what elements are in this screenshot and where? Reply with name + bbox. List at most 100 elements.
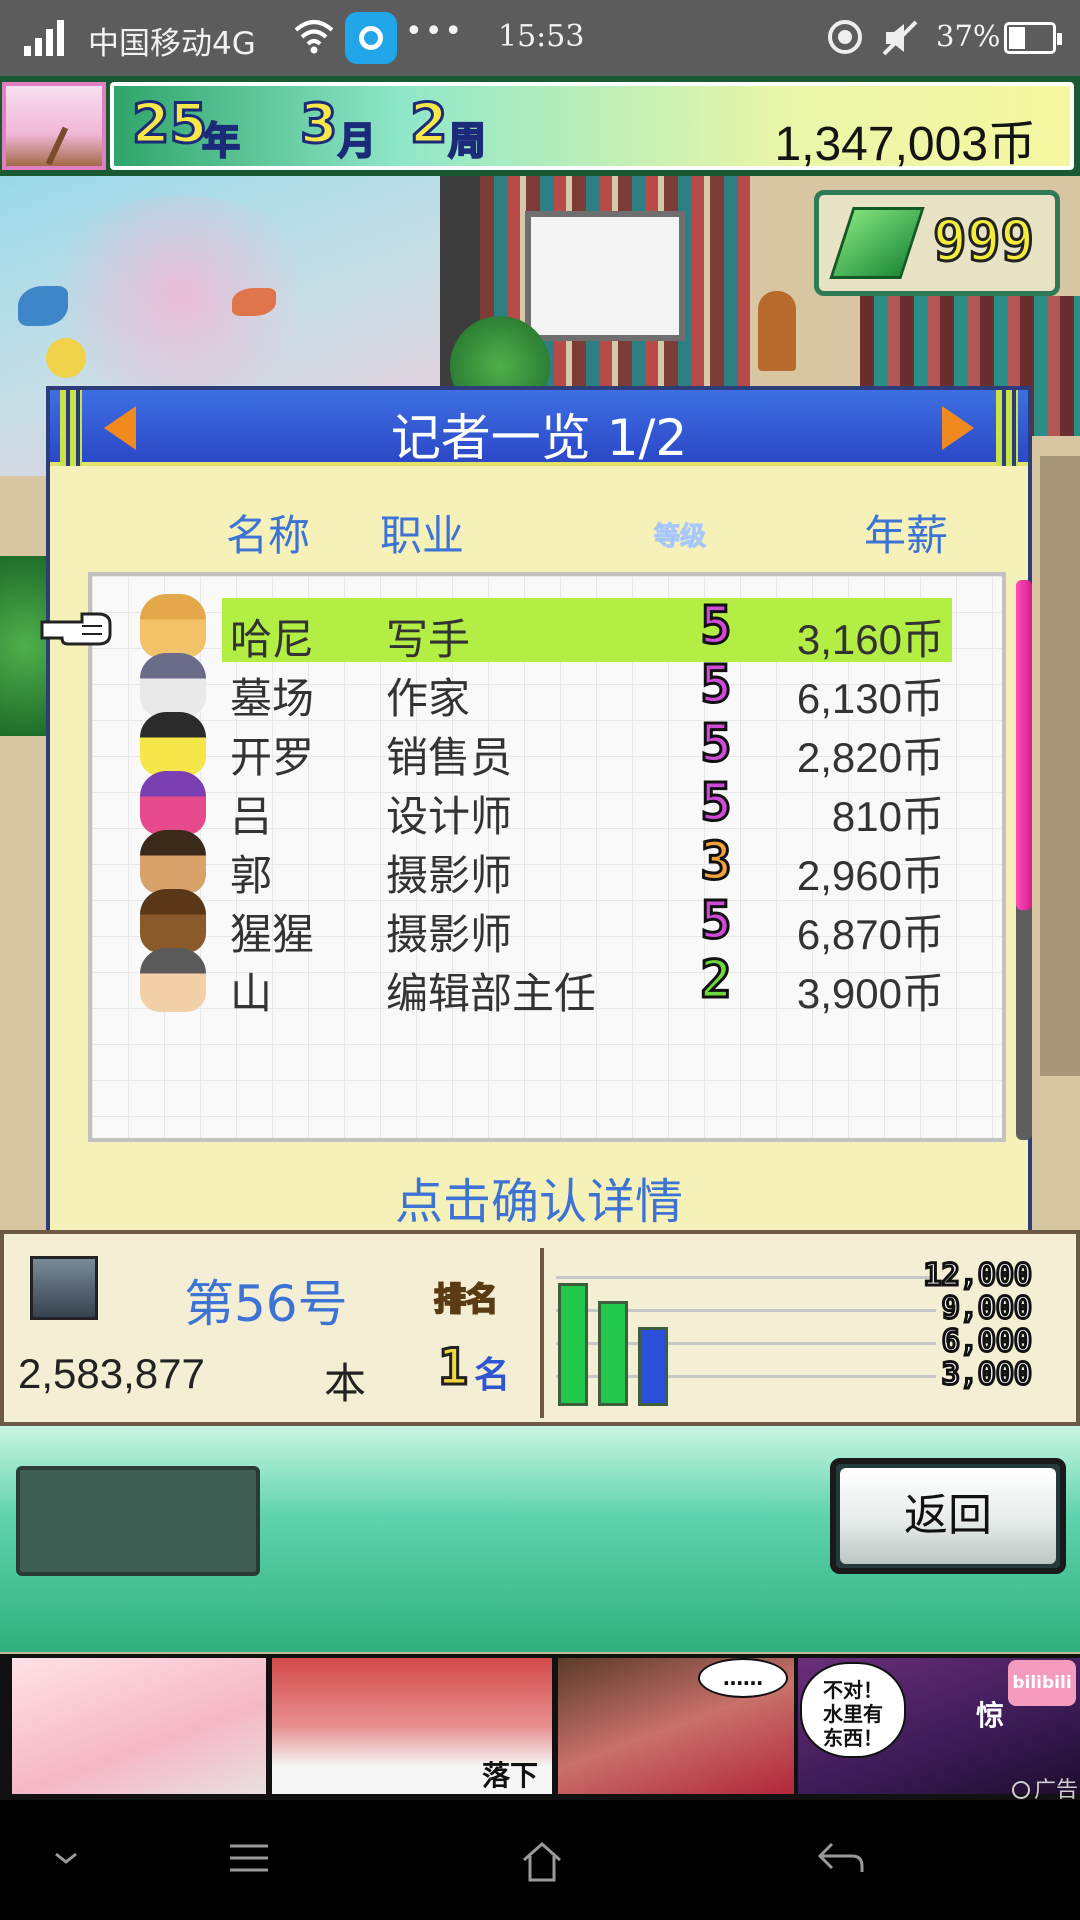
- chart-tick-label: 12,000: [922, 1257, 1033, 1295]
- ranking-suffix: 名: [474, 1355, 511, 1396]
- ad-close-icon[interactable]: [1012, 1781, 1030, 1799]
- home-icon[interactable]: [518, 1838, 566, 1886]
- dialog-title: 记者一览 1/2: [390, 409, 688, 467]
- ranking-label: 排名: [433, 1279, 499, 1319]
- reporter-row[interactable]: 猩猩 摄影师 5 6,870币: [222, 891, 952, 960]
- gem-stack-icon: [829, 207, 925, 279]
- ad-speech-bubble: 不对！水里有东西！: [800, 1662, 906, 1758]
- chart-bar: [598, 1301, 628, 1406]
- whiteboard: [525, 211, 685, 341]
- reporter-rank: 5: [699, 596, 733, 656]
- reporter-avatar: [140, 889, 206, 953]
- chart-tick-label: 6,000: [940, 1323, 1033, 1361]
- back-button[interactable]: 返回: [830, 1458, 1066, 1574]
- chart-tick-label: 9,000: [940, 1290, 1033, 1328]
- reporter-row[interactable]: 郭摄影师 3 2,960币: [222, 832, 952, 901]
- copies-sold: 2,583,877: [18, 1350, 205, 1397]
- reporter-avatar: [140, 594, 206, 658]
- reporter-row[interactable]: 哈尼 写手 5 3,160币: [222, 596, 952, 664]
- reporter-row[interactable]: 吕设计师 5 810币: [222, 773, 952, 842]
- reporter-rank: 2: [699, 950, 733, 1010]
- reporter-list-dialog: 记者一览 1/2 名称 职业 等级 年薪 哈尼 写手 5 3,160币 墓场 作家 5 6,1…: [40, 386, 1032, 1306]
- date-money-bar: 25 年 3 月 2 周 1,347,003币: [0, 76, 1080, 176]
- ad-comic-panel: [12, 1658, 266, 1794]
- wall-clock: [758, 291, 796, 371]
- battery-fill: [1009, 27, 1025, 49]
- column-header-rank: 等级: [653, 522, 707, 553]
- back-button-label: 返回: [840, 1468, 1056, 1564]
- back-arrow-icon[interactable]: [816, 1838, 866, 1878]
- column-header-name: 名称: [226, 511, 311, 560]
- ad-speech-bubble: ……: [698, 1658, 788, 1698]
- reporter-salary: 3,900币: [796, 970, 944, 1017]
- year-value: 25: [130, 91, 208, 157]
- reporter-job: 编辑部主任: [386, 969, 597, 1018]
- empty-button-slot: [16, 1466, 260, 1576]
- reporter-name: 山: [230, 969, 273, 1018]
- chart-tick-label: 3,000: [940, 1356, 1033, 1394]
- chart-bar: [638, 1327, 668, 1406]
- magazine-cover-icon: [30, 1256, 98, 1320]
- reporter-row[interactable]: 山 编辑部主任 2 3,900币: [222, 950, 952, 1019]
- more-dots-icon: •••: [405, 14, 465, 49]
- reporter-rank: 5: [699, 655, 733, 715]
- reporter-avatar: [140, 948, 206, 1012]
- scrollbar-thumb[interactable]: [1016, 580, 1032, 910]
- reporter-rank: 5: [699, 773, 733, 833]
- wall-edge: [1040, 456, 1080, 1076]
- date-panel: 25 年 3 月 2 周 1,347,003币: [110, 82, 1074, 171]
- magazine-stats-panel: 第56号 排名 2,583,877 本 1 名 12,000 9,000 6,000…: [0, 1230, 1080, 1426]
- reporter-list[interactable]: 哈尼 写手 5 3,160币 墓场 作家 5 6,130币 开罗 销售员 5 2,820币吕设计师 5 8…: [88, 572, 1006, 1142]
- location-icon: [828, 20, 862, 54]
- season-icon[interactable]: [2, 82, 106, 170]
- bottom-action-panel: 返回: [0, 1426, 1080, 1652]
- reporter-avatar: [140, 712, 206, 776]
- pointing-hand-icon: [40, 612, 112, 646]
- carrier-label: 中国移动4G: [88, 26, 256, 62]
- fish-sprite: [232, 288, 276, 316]
- year-unit: 年: [201, 118, 241, 164]
- wifi-icon: [294, 20, 334, 54]
- reporter-row[interactable]: 开罗 销售员 5 2,820币: [222, 714, 952, 783]
- chart-bar: [558, 1283, 588, 1406]
- signal-icon: [24, 18, 68, 56]
- battery-icon: [1004, 22, 1062, 54]
- issue-number: 第56号: [184, 1275, 348, 1333]
- bilibili-logo: bilibili: [1008, 1660, 1076, 1706]
- reporter-row[interactable]: 墓场 作家 5 6,130币: [222, 655, 952, 724]
- system-nav-bar: [0, 1800, 1080, 1920]
- dialog-header: 记者一览 1/2: [50, 390, 1028, 467]
- menu-icon[interactable]: [226, 1838, 272, 1878]
- ad-caption: 落下: [482, 1759, 539, 1792]
- mute-icon: [882, 20, 918, 56]
- panel-divider: [540, 1248, 544, 1418]
- ad-caption: 惊: [976, 1699, 1005, 1732]
- gem-counter[interactable]: 999: [814, 190, 1060, 296]
- fish-sprite: [18, 286, 68, 326]
- next-page-arrow-icon[interactable]: [942, 406, 974, 450]
- reporter-rank: 3: [699, 832, 733, 892]
- money-display: 1,347,003币: [774, 118, 1036, 171]
- detail-hint-text[interactable]: 点击确认详情: [50, 1162, 1028, 1232]
- gem-count: 999: [931, 208, 1035, 276]
- copies-unit: 本: [324, 1359, 367, 1408]
- status-bar: 中国移动4G ••• 15:53 37%: [0, 0, 1080, 76]
- reporter-avatar: [140, 653, 206, 717]
- month-value: 3: [299, 91, 340, 157]
- ad-comic-panel: 落下: [272, 1658, 552, 1794]
- column-header-job: 职业: [380, 511, 465, 560]
- month-unit: 月: [337, 118, 377, 164]
- reporter-rank: 5: [699, 714, 733, 774]
- chevron-down-icon[interactable]: [52, 1848, 80, 1868]
- week-unit: 周: [447, 118, 487, 164]
- sales-bar-chart: 12,000 9,000 6,000 3,000: [552, 1244, 1034, 1416]
- fish-sprite: [46, 338, 86, 378]
- reporter-avatar: [140, 771, 206, 835]
- ranking-value: 1: [436, 1337, 469, 1398]
- clock: 15:53: [498, 19, 585, 54]
- column-header-salary: 年薪: [864, 511, 949, 560]
- week-value: 2: [409, 91, 450, 157]
- ad-banner[interactable]: 落下 …… 不对！水里有东西！ 惊 bilibili 广告: [0, 1654, 1080, 1803]
- reporter-rank: 5: [699, 891, 733, 951]
- app-notification-icon: [345, 12, 397, 64]
